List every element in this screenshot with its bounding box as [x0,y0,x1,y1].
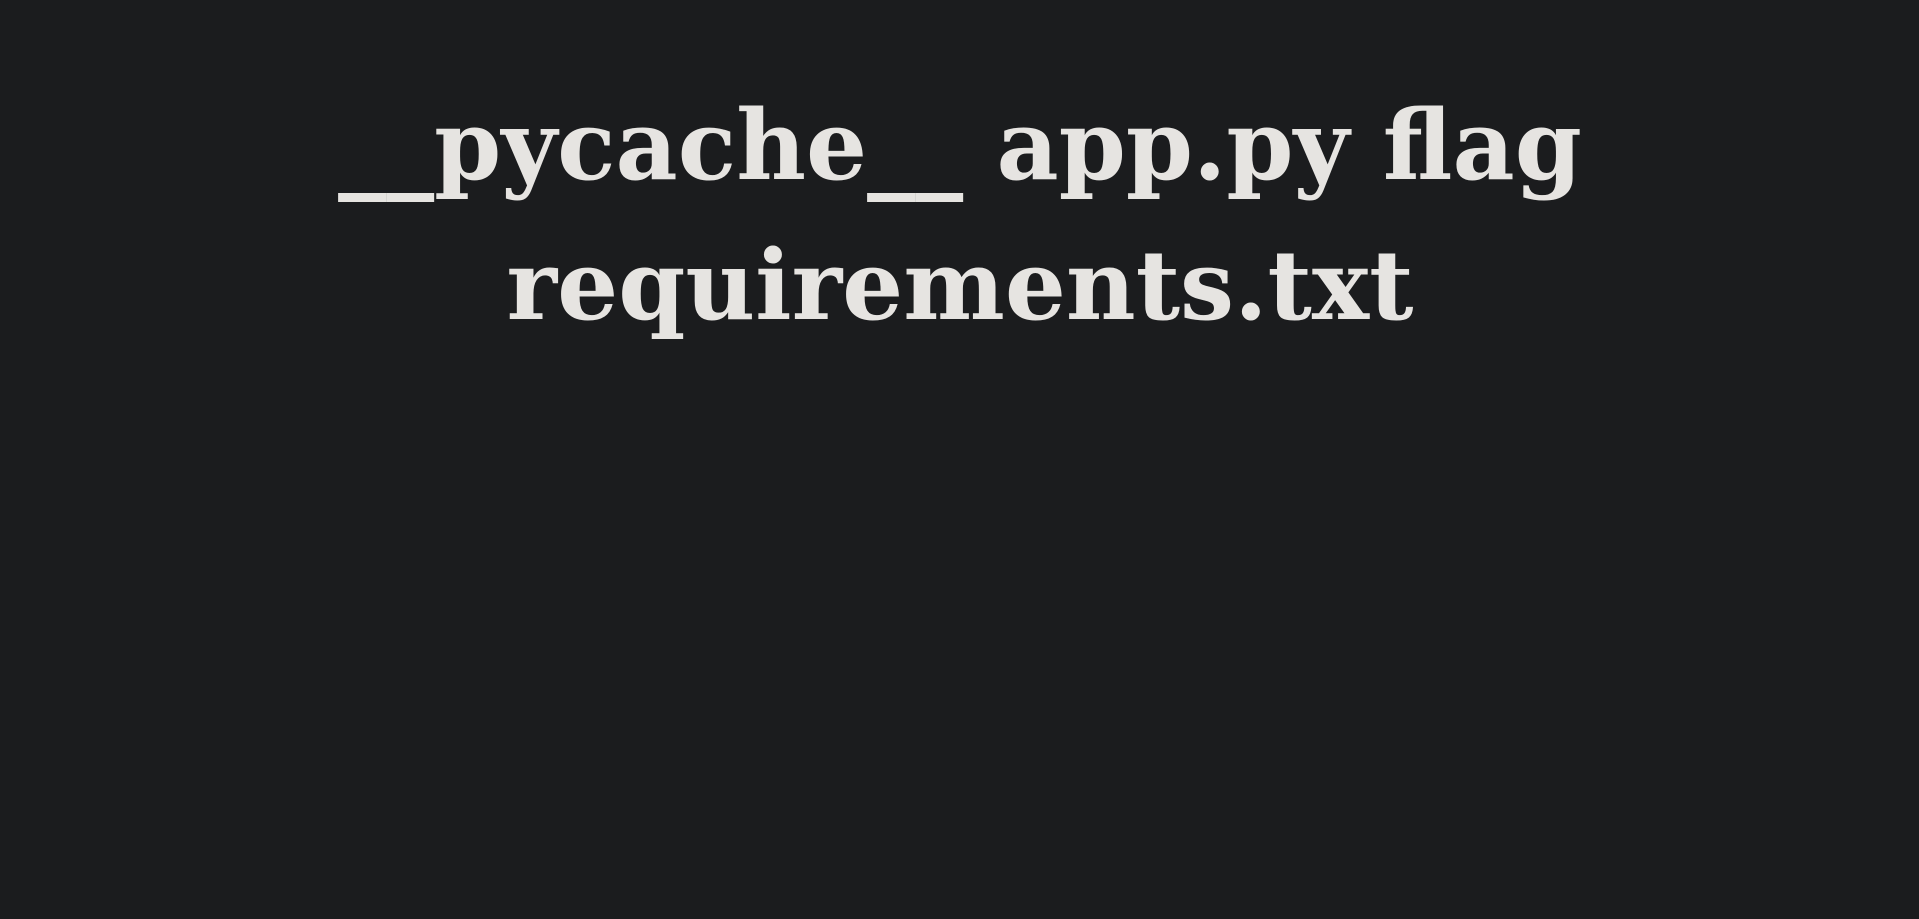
directory-listing-heading: __pycache__ app.py flag requirements.txt [338,89,1582,342]
page-root: __pycache__ app.py flag requirements.txt [0,0,1919,919]
